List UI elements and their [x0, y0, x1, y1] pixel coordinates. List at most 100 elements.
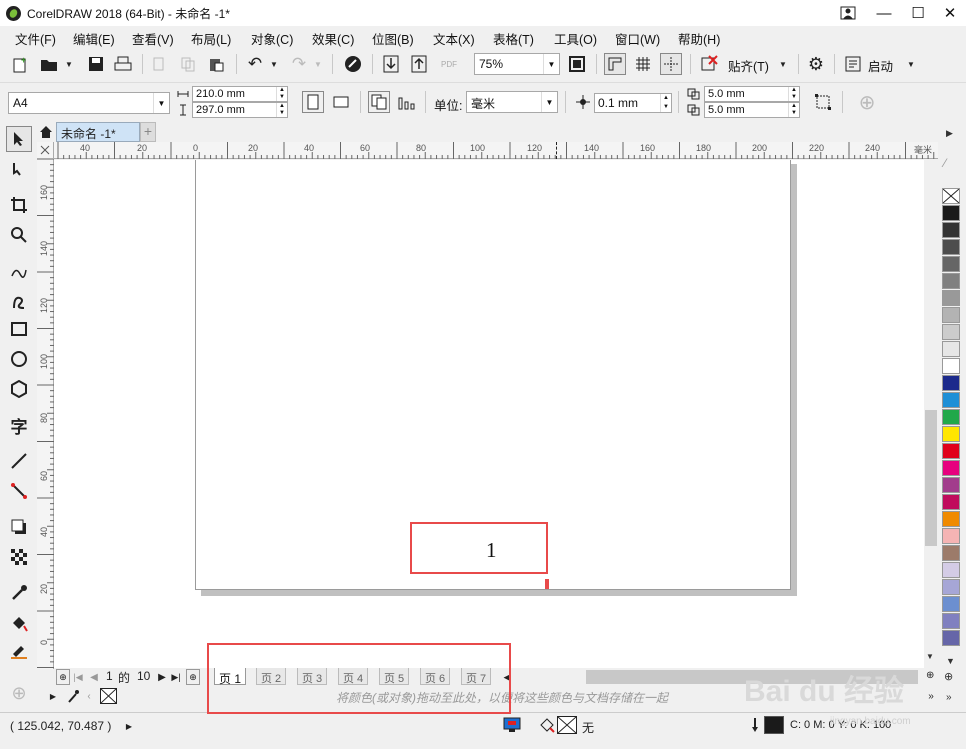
menu-window[interactable]: 窗口(W) [615, 29, 660, 48]
color-swatch[interactable] [942, 358, 960, 374]
minimize-button[interactable]: — [868, 0, 900, 26]
menu-view[interactable]: 查看(V) [132, 29, 174, 48]
show-rulers-icon[interactable] [604, 53, 626, 75]
menu-file[interactable]: 文件(F) [15, 29, 56, 48]
fill-indicator-icon[interactable] [538, 716, 556, 734]
no-fill-swatch[interactable] [100, 688, 117, 704]
crop-tool-icon[interactable] [6, 192, 32, 218]
color-swatch[interactable] [942, 324, 960, 340]
open-dropdown-icon[interactable]: ▼ [62, 54, 76, 74]
launch-icon[interactable] [842, 54, 864, 74]
outline-pen-icon[interactable] [748, 716, 762, 734]
document-palette-eyedropper-icon[interactable] [66, 688, 80, 704]
maximize-button[interactable]: ☐ [902, 0, 934, 26]
palette-zoom-icon[interactable]: ⊕ [944, 670, 953, 683]
color-swatch[interactable] [942, 239, 960, 255]
document-palette-menu-icon[interactable]: ▶ [48, 689, 58, 703]
publish-pdf-icon[interactable]: PDF [437, 54, 461, 74]
new-tab-button[interactable]: + [140, 122, 156, 142]
all-pages-icon[interactable] [368, 91, 390, 113]
full-screen-preview-icon[interactable] [566, 54, 588, 74]
palette-expand-icon[interactable]: » [946, 692, 952, 703]
paste-icon[interactable] [206, 54, 226, 74]
no-color-swatch[interactable] [942, 188, 960, 204]
eyedropper-tool-icon[interactable] [6, 580, 32, 606]
vertical-scroll-thumb[interactable] [925, 410, 937, 546]
palette-eyedropper-icon[interactable]: ⁄ [944, 156, 946, 170]
color-swatch[interactable] [942, 341, 960, 357]
color-swatch[interactable] [942, 596, 960, 612]
shape-tool-icon[interactable] [6, 156, 32, 182]
menu-effects[interactable]: 效果(C) [312, 29, 354, 48]
artistic-media-tool-icon[interactable] [6, 288, 32, 314]
freehand-tool-icon[interactable] [6, 258, 32, 284]
color-swatch[interactable] [942, 205, 960, 221]
connector-tool-icon[interactable] [6, 478, 32, 504]
color-swatch[interactable] [942, 222, 960, 238]
snap-off-icon[interactable] [698, 54, 720, 74]
show-guidelines-icon[interactable] [660, 53, 682, 75]
pick-tool-icon[interactable] [6, 126, 32, 152]
duplicate-distance-y-input[interactable]: 5.0 mm ▲ ▼ [704, 102, 800, 118]
redo-dropdown-icon[interactable]: ▼ [311, 54, 325, 74]
add-page-before-icon[interactable]: ⊕ [56, 669, 70, 685]
redo-icon[interactable]: ↷ [288, 54, 310, 74]
import-icon[interactable] [380, 54, 402, 74]
scroll-down-icon[interactable]: ▼ [926, 652, 934, 661]
landscape-icon[interactable] [330, 91, 352, 113]
color-swatch[interactable] [942, 409, 960, 425]
print-icon[interactable] [113, 54, 133, 74]
home-icon[interactable] [38, 124, 54, 140]
page-height-input[interactable]: 297.0 mm ▲ ▼ [192, 102, 288, 118]
menu-help[interactable]: 帮助(H) [678, 29, 720, 48]
palette-scroll-up-icon[interactable]: ▶ [946, 128, 953, 139]
spin-arrows-icon[interactable]: ▲ ▼ [788, 87, 799, 101]
ellipse-tool-icon[interactable] [6, 346, 32, 372]
zoom-level-select[interactable]: 75% ▼ [474, 53, 560, 75]
launch-dropdown-icon[interactable]: ▼ [904, 54, 918, 74]
color-swatch[interactable] [942, 579, 960, 595]
gear-icon[interactable]: ⚙ [805, 54, 827, 74]
show-grid-icon[interactable] [632, 53, 654, 75]
account-icon[interactable] [832, 0, 864, 26]
color-swatch[interactable] [942, 443, 960, 459]
color-swatch[interactable] [942, 307, 960, 323]
copy-icon[interactable] [178, 54, 198, 74]
drawing-canvas[interactable]: 1 [54, 160, 924, 668]
color-swatch[interactable] [942, 630, 960, 646]
vertical-scrollbar[interactable]: ▼ [924, 160, 938, 668]
snap-dropdown-icon[interactable]: ▼ [776, 54, 790, 74]
export-icon[interactable] [408, 54, 430, 74]
color-swatch[interactable] [942, 375, 960, 391]
cut-icon[interactable] [150, 54, 170, 74]
save-icon[interactable] [86, 54, 106, 74]
search-content-icon[interactable] [342, 54, 364, 74]
color-swatch[interactable] [942, 290, 960, 306]
current-page-icon[interactable] [396, 91, 418, 113]
menu-bitmaps[interactable]: 位图(B) [372, 29, 414, 48]
menu-text[interactable]: 文本(X) [433, 29, 475, 48]
color-swatch[interactable] [942, 460, 960, 476]
transparency-tool-icon[interactable] [6, 544, 32, 570]
polygon-tool-icon[interactable] [6, 376, 32, 402]
menu-table[interactable]: 表格(T) [493, 29, 534, 48]
color-swatch[interactable] [942, 545, 960, 561]
color-swatch[interactable] [942, 562, 960, 578]
close-button[interactable]: ✕ [934, 0, 966, 26]
undo-dropdown-icon[interactable]: ▼ [267, 54, 281, 74]
units-select[interactable]: 毫米 ▼ [466, 91, 558, 113]
color-swatch[interactable] [942, 511, 960, 527]
next-page-icon[interactable]: ▶ [156, 669, 168, 685]
color-swatch[interactable] [942, 256, 960, 272]
rectangle-tool-icon[interactable] [6, 316, 32, 342]
document-palette-left-icon[interactable]: ‹ [84, 689, 94, 703]
smart-fill-tool-icon[interactable] [6, 638, 32, 664]
color-swatch[interactable] [942, 613, 960, 629]
first-page-icon[interactable]: |◀ [72, 669, 84, 685]
color-swatch[interactable] [942, 273, 960, 289]
undo-icon[interactable]: ↶ [244, 54, 266, 74]
palette-scroll-down-icon[interactable]: ▼ [946, 656, 955, 666]
text-tool-icon[interactable]: 字 [6, 412, 32, 438]
zoom-tool-icon[interactable] [6, 222, 32, 248]
prev-page-icon[interactable]: ◀ [88, 669, 100, 685]
